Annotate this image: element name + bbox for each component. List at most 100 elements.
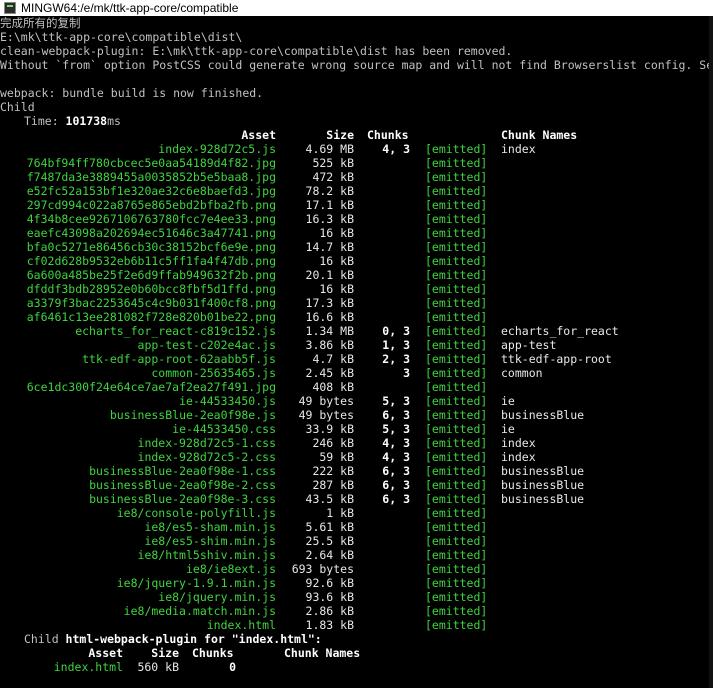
emitted-status: [emitted] bbox=[425, 366, 488, 380]
table-row: 6ce1dc300f24e64ce7ae7af2ea27f491.jpg 408 … bbox=[0, 380, 713, 394]
table-row: businessBlue-2ea0f98e-1.css 222 kB 6, 3 [em… bbox=[0, 464, 713, 478]
emitted-status: [emitted] bbox=[425, 198, 488, 212]
finished-message: webpack: bundle build is now finished. bbox=[0, 86, 264, 100]
asset-size: 93.6 kB bbox=[305, 590, 354, 604]
chunk-name: businessBlue bbox=[501, 478, 585, 492]
time-unit: ms bbox=[107, 114, 121, 128]
asset-name: f7487da3e3889455a0035852b5e5baa8.jpg bbox=[26, 170, 276, 184]
asset-name: index-928d72c5-1.css bbox=[137, 436, 276, 450]
asset-name: 297cd994c022a8765e865ebd2bfba2fb.png bbox=[26, 198, 276, 212]
chunk-name: ie bbox=[501, 422, 515, 436]
asset-name: ttk-edf-app-root-62aabb5f.js bbox=[82, 352, 276, 366]
asset-name: 764bf94ff780cbcec5e0aa54189d4f82.jpg bbox=[26, 156, 276, 170]
asset-size: 1.34 MB bbox=[305, 324, 354, 338]
asset-name: e52fc52a153bf1e320ae32c6e8baefd3.jpg bbox=[26, 184, 276, 198]
emitted-status: [emitted] bbox=[425, 394, 488, 408]
asset-name: af6461c13ee281082f728e820b01be22.png bbox=[26, 310, 276, 324]
asset-name: cf02d628b9532eb6b11c5ff1fa4f47db.png bbox=[26, 254, 276, 268]
emitted-status: [emitted] bbox=[425, 436, 488, 450]
emitted-status: [emitted] bbox=[425, 478, 488, 492]
chunk-name: index bbox=[501, 450, 536, 464]
asset-chunks: 5, 3 bbox=[382, 422, 410, 436]
asset-size: 25.5 kB bbox=[305, 534, 354, 548]
asset-size: 49 bytes bbox=[298, 394, 354, 408]
terminal-output[interactable]: 完成所有的复制 E:\mk\ttk-app-core\compatible\di… bbox=[0, 16, 713, 688]
emitted-status: [emitted] bbox=[425, 212, 488, 226]
asset-chunks: 6, 3 bbox=[382, 464, 410, 478]
asset-chunks: 4, 3 bbox=[382, 436, 410, 450]
asset-name: echarts_for_react-c819c152.js bbox=[75, 324, 276, 338]
cp-header-asset: Asset bbox=[88, 646, 123, 660]
table-row: index.html 1.83 kB [emitted] bbox=[0, 618, 713, 632]
asset-size: 20.1 kB bbox=[305, 268, 354, 282]
asset-name: index-928d72c5-2.css bbox=[137, 450, 276, 464]
asset-chunks: 2, 3 bbox=[382, 352, 410, 366]
asset-name: ie8/es5-shim.min.js bbox=[144, 534, 276, 548]
line-postcss: Without `from` option PostCSS could gene… bbox=[0, 58, 713, 72]
asset-chunks: 1, 3 bbox=[382, 338, 410, 352]
child-plugin-row: index.html 560 kB 0 bbox=[0, 660, 713, 674]
asset-name: eaefc43098a202694ec51646c3a47741.png bbox=[26, 226, 276, 240]
asset-size: 2.86 kB bbox=[305, 604, 354, 618]
asset-name: ie8/jquery.min.js bbox=[158, 590, 276, 604]
emitted-status: [emitted] bbox=[425, 240, 488, 254]
asset-size: 78.2 kB bbox=[305, 184, 354, 198]
window-titlebar[interactable]: MINGW64:/e/mk/ttk-app-core/compatible bbox=[0, 0, 713, 16]
line-clean: clean-webpack-plugin: E:\mk\ttk-app-core… bbox=[0, 44, 713, 58]
time-prefix: Time: bbox=[24, 114, 66, 128]
table-row: index-928d72c5-2.css 59 kB 4, 3 [emitted] in… bbox=[0, 450, 713, 464]
emitted-status: [emitted] bbox=[425, 506, 488, 520]
asset-size: 16 kB bbox=[319, 226, 354, 240]
table-row: index-928d72c5.js 4.69 MB 4, 3 [emitted] ind… bbox=[0, 142, 713, 156]
emitted-status: [emitted] bbox=[425, 422, 488, 436]
asset-size: 16.6 kB bbox=[305, 310, 354, 324]
table-row: 6a600a485be25f2e6d9ffab949632f2b.png 20.1… bbox=[0, 268, 713, 282]
line-path: E:\mk\ttk-app-core\compatible\dist\ bbox=[0, 30, 713, 44]
table-row: ie8/ie8ext.js 693 bytes [emitted] bbox=[0, 562, 713, 576]
asset-size: 14.7 kB bbox=[305, 240, 354, 254]
cp-header-chunk-names: Chunk Names bbox=[284, 646, 361, 660]
table-row: 764bf94ff780cbcec5e0aa54189d4f82.jpg 525 … bbox=[0, 156, 713, 170]
header-asset: Asset bbox=[241, 128, 276, 142]
asset-size: 246 kB bbox=[312, 436, 354, 450]
cp-row-asset: index.html bbox=[53, 660, 123, 674]
emitted-status: [emitted] bbox=[425, 324, 488, 338]
table-row: ie-44533450.js 49 bytes 5, 3 [emitted] ie bbox=[0, 394, 713, 408]
emitted-status: [emitted] bbox=[425, 226, 488, 240]
scrollbar[interactable] bbox=[709, 16, 713, 688]
emitted-status: [emitted] bbox=[425, 534, 488, 548]
table-row: ie8/jquery-1.9.1.min.js 92.6 kB [emitted] bbox=[0, 576, 713, 590]
line-copy-done: 完成所有的复制 bbox=[0, 16, 713, 30]
asset-name: 4f34b8cee9267106763780fcc7e4ee33.png bbox=[26, 212, 276, 226]
table-row: index-928d72c5-1.css 246 kB 4, 3 [emitted] i… bbox=[0, 436, 713, 450]
emitted-status: [emitted] bbox=[425, 562, 488, 576]
chunk-name: app-test bbox=[501, 338, 557, 352]
asset-name: dfddf3bdb28952e0b60bcc8fbf5d1ffd.png bbox=[26, 282, 276, 296]
emitted-status: [emitted] bbox=[425, 604, 488, 618]
emitted-status: [emitted] bbox=[425, 450, 488, 464]
asset-name: businessBlue-2ea0f98e.js bbox=[109, 408, 276, 422]
asset-size: 472 kB bbox=[312, 170, 354, 184]
emitted-status: [emitted] bbox=[425, 590, 488, 604]
table-row: a3379f3bac2253645c4c9b031f400cf8.png 17.3… bbox=[0, 296, 713, 310]
asset-name: businessBlue-2ea0f98e-2.css bbox=[89, 478, 276, 492]
chunk-name: index bbox=[501, 436, 536, 450]
emitted-status: [emitted] bbox=[425, 268, 488, 282]
table-row: ie8/html5shiv.min.js 2.64 kB [emitted] bbox=[0, 548, 713, 562]
line-child-plugin: Child html-webpack-plugin for "index.htm… bbox=[0, 632, 713, 646]
asset-size: 1.83 kB bbox=[305, 618, 354, 632]
header-chunk-names: Chunk Names bbox=[501, 128, 578, 142]
table-row: common-25635465.js 2.45 kB 3 [emitted] commo… bbox=[0, 366, 713, 380]
time-label: Time: 101738ms bbox=[24, 114, 121, 128]
asset-size: 49 bytes bbox=[298, 408, 354, 422]
table-row: businessBlue-2ea0f98e-2.css 287 kB 6, 3 [em… bbox=[0, 478, 713, 492]
child-label: Child bbox=[0, 100, 35, 114]
chunk-name: common bbox=[501, 366, 543, 380]
asset-name: ie8/jquery-1.9.1.min.js bbox=[116, 576, 276, 590]
path-text: E:\mk\ttk-app-core\compatible\dist\ bbox=[0, 30, 243, 44]
asset-size: 3.86 kB bbox=[305, 338, 354, 352]
emitted-status: [emitted] bbox=[425, 282, 488, 296]
asset-name: index-928d72c5.js bbox=[158, 142, 276, 156]
cp-row-size: 560 kB bbox=[137, 660, 179, 674]
emitted-status: [emitted] bbox=[425, 548, 488, 562]
